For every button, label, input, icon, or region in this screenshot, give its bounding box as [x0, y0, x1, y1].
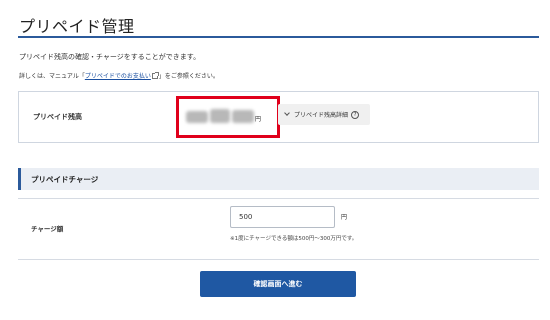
title-underline — [18, 36, 539, 38]
charge-amount-unit: 円 — [341, 214, 348, 221]
balance-detail-label: プリペイド残高詳細 — [294, 112, 349, 119]
balance-panel: プリペイド残高 円 プリペイド残高詳細 ? — [18, 91, 539, 143]
manual-prefix: 詳しくは、マニュアル「 — [19, 73, 85, 80]
external-link-icon — [151, 72, 159, 79]
confirm-button[interactable]: 確認画面へ進む — [200, 271, 356, 297]
manual-link[interactable]: プリペイドでのお支払い — [85, 73, 151, 80]
balance-value-redacted-3 — [232, 110, 254, 123]
help-icon[interactable]: ? — [351, 110, 360, 119]
page-title: プリペイド管理 — [19, 17, 135, 36]
charge-amount-label: チャージ額 — [31, 225, 64, 233]
manual-suffix: 」をご参照ください。 — [158, 73, 219, 80]
charge-limit-note: ※1度にチャージできる額は500円〜300万円です。 — [230, 236, 358, 242]
divider — [18, 259, 539, 260]
intro-text: プリペイド残高の確認・チャージをすることができます。 — [19, 53, 201, 61]
balance-value-redacted-2 — [210, 109, 230, 123]
balance-label: プリペイド残高 — [33, 113, 82, 121]
balance-detail-button[interactable]: プリペイド残高詳細 ? — [278, 104, 370, 125]
balance-unit: 円 — [255, 116, 262, 123]
divider — [18, 198, 539, 199]
chevron-down-icon — [284, 110, 290, 116]
manual-reference: 詳しくは、マニュアル「プリペイドでのお支払い 」をご参照ください。 — [19, 71, 219, 80]
balance-value-redacted — [186, 111, 208, 123]
charge-amount-input[interactable] — [230, 206, 335, 228]
charge-section-title: プリペイドチャージ — [31, 175, 99, 184]
charge-section-header: プリペイドチャージ — [18, 168, 539, 190]
